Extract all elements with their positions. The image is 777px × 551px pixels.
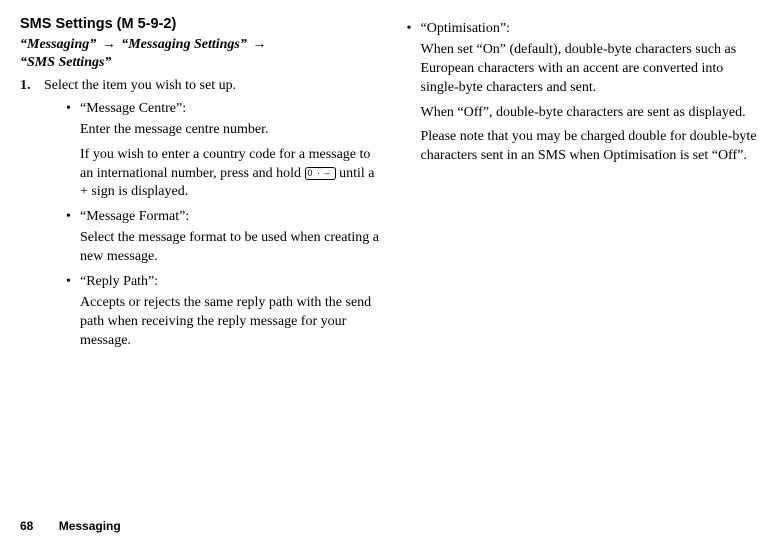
- page-number: 68: [20, 519, 33, 533]
- options-list: “Message Centre”: Enter the message cent…: [44, 100, 381, 351]
- page: SMS Settings (M 5-9-2) “Messaging” → “Me…: [0, 0, 777, 551]
- option-desc-line: When “Off”, double-byte characters are s…: [421, 104, 760, 123]
- key-label: 0: [308, 168, 314, 178]
- option-desc-line: Enter the message centre number.: [80, 121, 381, 140]
- option-desc-para: If you wish to enter a country code for …: [80, 146, 381, 203]
- right-column: “Optimisation”: When set “On” (default),…: [399, 16, 760, 357]
- left-column: SMS Settings (M 5-9-2) “Messaging” → “Me…: [20, 16, 381, 357]
- footer-section-name: Messaging: [59, 519, 121, 533]
- page-footer: 68 Messaging: [20, 519, 121, 533]
- option-desc-line: Please note that you may be charged doub…: [421, 128, 760, 166]
- option-title: “Reply Path”:: [80, 274, 158, 289]
- step-text: Select the item you wish to set up.: [44, 78, 236, 93]
- arrow-icon: →: [100, 37, 118, 52]
- option-title: “Message Centre”:: [80, 101, 186, 116]
- option-title: “Optimisation”:: [421, 21, 510, 36]
- breadcrumb-part-3: “SMS Settings”: [20, 55, 111, 70]
- option-reply-path: “Reply Path”: Accepts or rejects the sam…: [66, 273, 381, 351]
- option-message-format: “Message Format”: Select the message for…: [66, 208, 381, 267]
- breadcrumb-path: “Messaging” → “Messaging Settings” → “SM…: [20, 36, 381, 71]
- two-column-layout: SMS Settings (M 5-9-2) “Messaging” → “Me…: [20, 16, 759, 357]
- procedure-list: 1. Select the item you wish to set up. “…: [20, 77, 381, 351]
- option-desc-line: Accepts or rejects the same reply path w…: [80, 294, 381, 351]
- option-title: “Message Format”:: [80, 209, 189, 224]
- option-desc-line: When set “On” (default), double-byte cha…: [421, 41, 760, 98]
- section-heading: SMS Settings (M 5-9-2): [20, 16, 381, 32]
- arrow-icon: →: [250, 37, 268, 52]
- options-list-continued: “Optimisation”: When set “On” (default),…: [399, 20, 760, 166]
- option-desc-line: Select the message format to be used whe…: [80, 229, 381, 267]
- breadcrumb-part-1: “Messaging”: [20, 37, 96, 52]
- step-number: 1.: [20, 77, 31, 96]
- option-optimisation: “Optimisation”: When set “On” (default),…: [407, 20, 760, 166]
- keypad-zero-icon: 0 · –: [305, 167, 336, 180]
- procedure-step-1: 1. Select the item you wish to set up. “…: [20, 77, 381, 351]
- option-message-centre: “Message Centre”: Enter the message cent…: [66, 100, 381, 202]
- breadcrumb-part-2: “Messaging Settings”: [121, 37, 247, 52]
